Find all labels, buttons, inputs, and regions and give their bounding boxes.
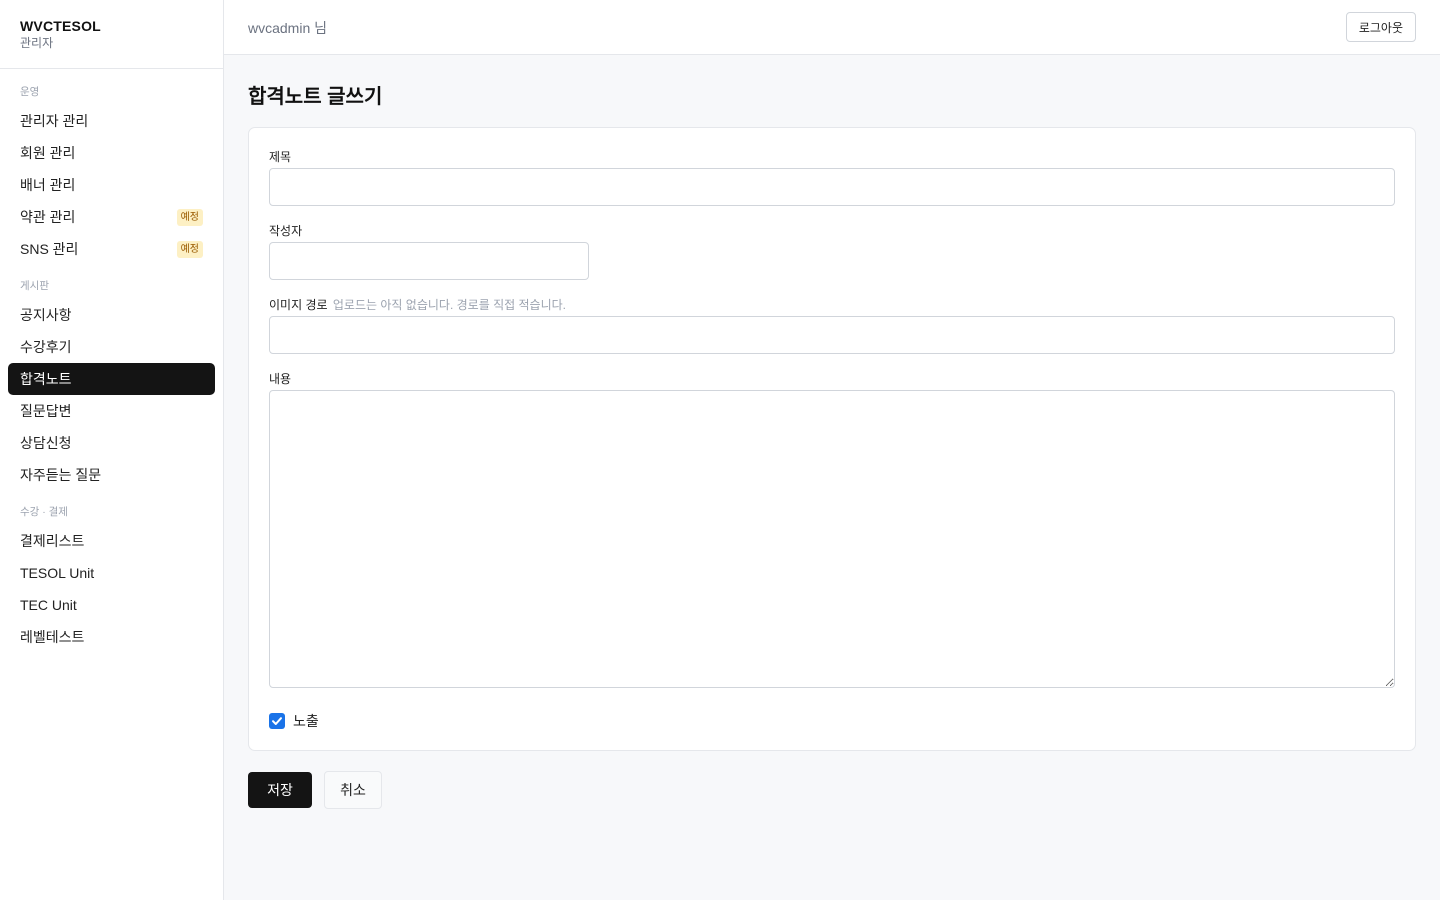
visible-toggle-row: 노출	[269, 711, 319, 731]
sidebar-item[interactable]: TESOL Unit	[8, 557, 215, 589]
sidebar-item-label: 수강후기	[20, 339, 72, 355]
sidebar-item[interactable]: 상담신청	[8, 427, 215, 459]
logout-button[interactable]: 로그아웃	[1345, 12, 1416, 42]
sidebar-nav: 운영 관리자 관리 회원 관리 배너 관리 약관 관리 예정 SNS 관리 예정 게시판 공지사항…	[0, 69, 223, 653]
content-textarea[interactable]	[269, 390, 1395, 688]
sidebar-item-label: 질문답변	[20, 403, 72, 419]
sidebar-item[interactable]: 회원 관리	[8, 137, 215, 169]
sidebar-item[interactable]: 결제리스트	[8, 525, 215, 557]
nav-group-label: 운영	[20, 86, 40, 98]
sidebar-item-label: 회원 관리	[20, 145, 76, 161]
sidebar-item[interactable]: 약관 관리 예정	[8, 201, 215, 233]
page-title: 합격노트 글쓰기	[248, 86, 383, 108]
brand: WVCTESOL 관리자	[0, 0, 223, 69]
content-label: 내용	[269, 372, 292, 386]
author-label: 작성자	[269, 224, 303, 238]
sidebar-item[interactable]: SNS 관리 예정	[8, 233, 215, 265]
sidebar-item-label: 상담신청	[20, 435, 72, 451]
sidebar-item-label: 관리자 관리	[20, 113, 89, 129]
nav-group: 수강 · 결제결제리스트 TESOL Unit TEC Unit 레벨테스트	[0, 503, 223, 653]
sidebar-item[interactable]: 관리자 관리	[8, 105, 215, 137]
sidebar-item[interactable]: 질문답변	[8, 395, 215, 427]
visible-checkbox[interactable]	[269, 713, 285, 729]
sidebar-item-label: 자주듣는 질문	[20, 467, 102, 483]
status-badge: 예정	[176, 240, 203, 258]
sidebar-item-label: SNS 관리	[20, 241, 79, 257]
author-input[interactable]	[269, 242, 589, 280]
sidebar-item-label: 결제리스트	[20, 533, 85, 549]
save-button[interactable]: 저장	[248, 772, 312, 808]
nav-group-label: 게시판	[20, 280, 49, 292]
sidebar-item[interactable]: 자주듣는 질문	[8, 459, 215, 491]
sidebar-item-label: 약관 관리	[20, 209, 76, 225]
sidebar-item-label: 공지사항	[20, 307, 72, 323]
sidebar-item[interactable]: 공지사항	[8, 299, 215, 331]
nav-group: 운영 관리자 관리 회원 관리 배너 관리 약관 관리 예정 SNS 관리 예정	[0, 83, 223, 265]
user-label: wvcadmin 님	[248, 20, 328, 36]
nav-group: 게시판공지사항수강후기합격노트질문답변상담신청자주듣는 질문	[0, 277, 223, 491]
image-path-label-text: 이미지 경로	[269, 298, 328, 312]
brand-name: WVCTESOL	[20, 18, 101, 34]
sidebar-item[interactable]: 수강후기	[8, 331, 215, 363]
sidebar-item[interactable]: 레벨테스트	[8, 621, 215, 653]
nav-group-label: 수강 · 결제	[20, 506, 68, 518]
sidebar: WVCTESOL 관리자 운영 관리자 관리 회원 관리 배너 관리 약관 관리 예정 SN…	[0, 0, 224, 900]
image-path-input[interactable]	[269, 316, 1395, 354]
sidebar-item-label: TEC Unit	[20, 597, 77, 613]
status-badge: 예정	[176, 208, 203, 226]
sidebar-item[interactable]: TEC Unit	[8, 589, 215, 621]
checkmark-icon	[272, 717, 282, 725]
sidebar-item-label: TESOL Unit	[20, 565, 95, 581]
title-label: 제목	[269, 150, 292, 164]
cancel-button[interactable]: 취소	[324, 771, 382, 809]
visible-label: 노출	[293, 713, 319, 729]
sidebar-item[interactable]: 배너 관리	[8, 169, 215, 201]
post-form-card: 제목 작성자 이미지 경로 업로드는 아직 없습니다. 경로를 직접 적습니다.…	[248, 127, 1416, 751]
brand-subtitle: 관리자	[20, 36, 54, 50]
image-path-label: 이미지 경로 업로드는 아직 없습니다. 경로를 직접 적습니다.	[269, 296, 566, 313]
sidebar-item-label: 배너 관리	[20, 177, 76, 193]
sidebar-item[interactable]: 합격노트	[8, 363, 215, 395]
sidebar-item-label: 레벨테스트	[20, 629, 85, 645]
top-bar: wvcadmin 님 로그아웃	[224, 0, 1440, 55]
image-path-hint: 업로드는 아직 없습니다. 경로를 직접 적습니다.	[332, 298, 566, 312]
sidebar-item-label: 합격노트	[20, 371, 72, 387]
title-input[interactable]	[269, 168, 1395, 206]
